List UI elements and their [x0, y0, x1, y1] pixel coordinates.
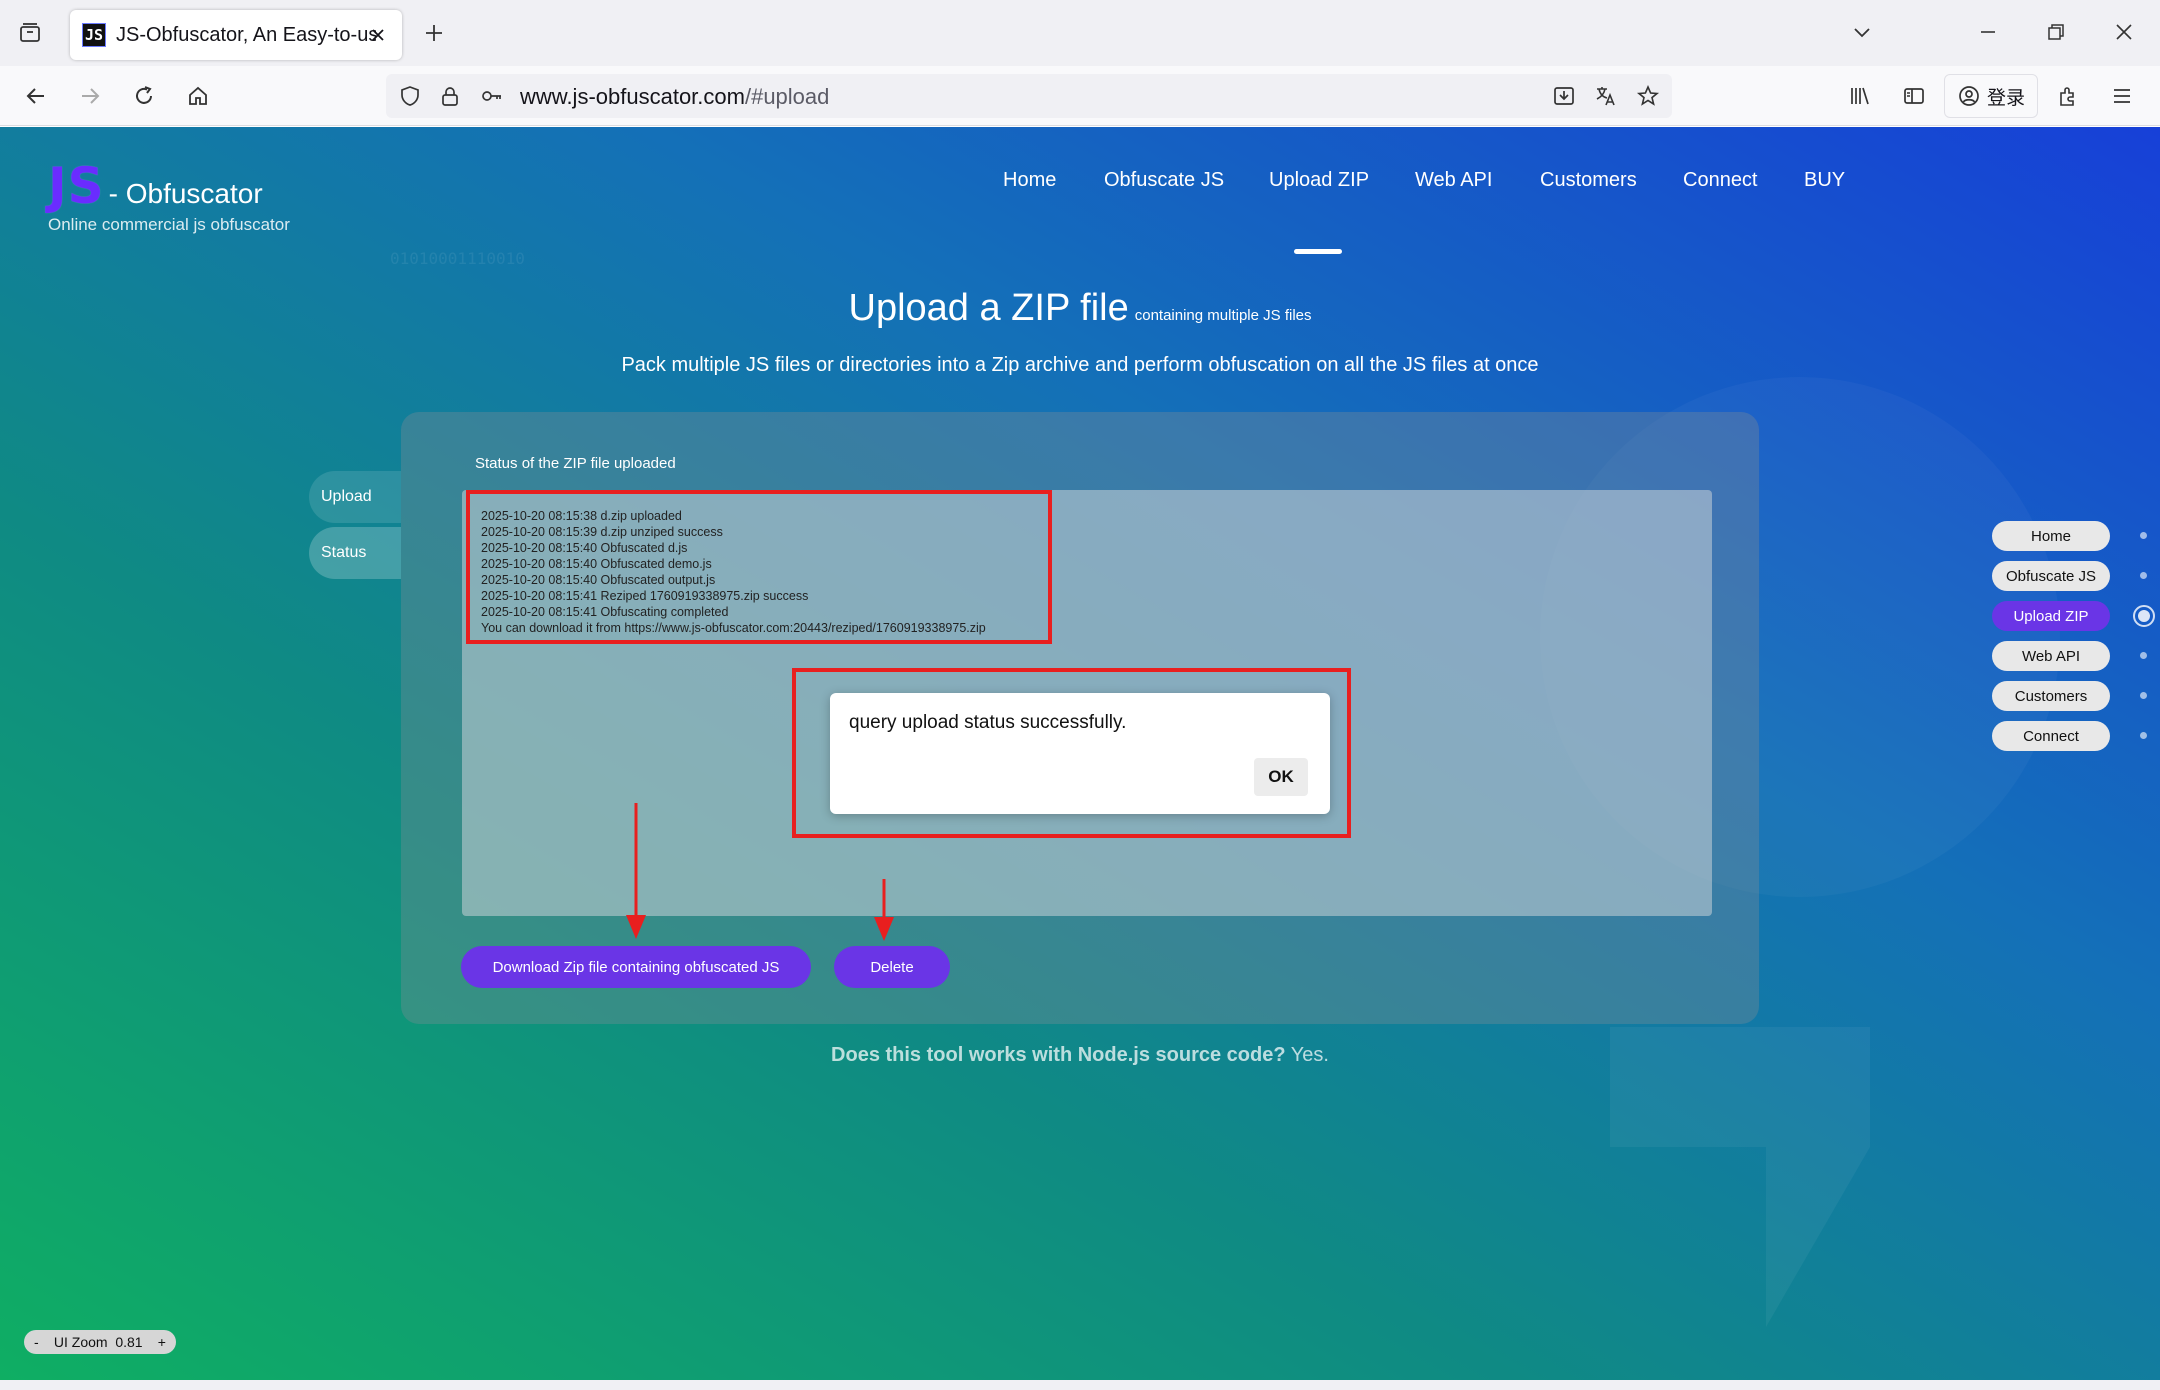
quick-nav-upload-zip[interactable]: Upload ZIP — [1992, 601, 2110, 631]
new-tab-icon[interactable] — [418, 17, 450, 49]
nav-connect[interactable]: Connect — [1683, 169, 1758, 192]
shield-icon[interactable] — [396, 82, 424, 110]
nav-upload-zip[interactable]: Upload ZIP — [1269, 169, 1369, 192]
install-icon[interactable] — [1550, 82, 1578, 110]
nav-buy[interactable]: BUY — [1804, 169, 1845, 192]
menu-icon[interactable] — [2104, 78, 2140, 114]
logo-subtitle: Online commercial js obfuscator — [48, 215, 290, 234]
web-page: 01010001110010 JS - Obfuscator Online com… — [0, 127, 2160, 1380]
close-window-icon[interactable] — [2104, 14, 2144, 50]
bookmark-star-icon[interactable] — [1634, 82, 1662, 110]
quick-nav-customers[interactable]: Customers — [1992, 681, 2110, 711]
alert-dialog: query upload status successfully. OK — [830, 693, 1330, 814]
delete-button[interactable]: Delete — [834, 946, 950, 988]
lock-icon[interactable] — [436, 82, 464, 110]
page-title: Upload a ZIP file containing multiple JS … — [0, 287, 2160, 330]
key-icon[interactable] — [478, 82, 506, 110]
tab-title: JS-Obfuscator, An Easy-to-use — [116, 23, 376, 46]
back-icon[interactable] — [18, 78, 54, 114]
zoom-out-button[interactable]: - — [34, 1334, 39, 1350]
download-zip-button[interactable]: Download Zip file containing obfuscated … — [461, 946, 811, 988]
home-icon[interactable] — [180, 78, 216, 114]
chevron-down-icon[interactable] — [1842, 14, 1882, 50]
page-title-small: containing multiple JS files — [1134, 307, 1312, 324]
zoom-in-button[interactable]: + — [158, 1334, 166, 1350]
reload-icon[interactable] — [126, 78, 162, 114]
restore-icon[interactable] — [2036, 14, 2076, 50]
nav-active-underline — [1294, 249, 1342, 254]
nav-customers[interactable]: Customers — [1540, 169, 1637, 192]
nav-web-api[interactable]: Web API — [1415, 169, 1492, 192]
favicon-icon: JS — [82, 23, 106, 47]
faq-line: Does this tool works with Node.js source… — [0, 1044, 2160, 1067]
url-domain: www.js-obfuscator.com — [520, 84, 745, 109]
nav-home[interactable]: Home — [1003, 169, 1056, 192]
quick-nav-dot[interactable] — [2140, 572, 2147, 579]
browser-tab[interactable]: JS JS-Obfuscator, An Easy-to-use — [70, 10, 402, 60]
quick-nav-dot[interactable] — [2140, 692, 2147, 699]
url-bar[interactable]: www.js-obfuscator.com/#upload — [386, 74, 1672, 118]
quick-nav-dot[interactable] — [2140, 532, 2147, 539]
extensions-icon[interactable] — [2050, 78, 2086, 114]
page-subtitle: Pack multiple JS files or directories in… — [621, 354, 1539, 376]
browser-tab-bar: JS JS-Obfuscator, An Easy-to-use — [0, 0, 2160, 66]
side-tab-upload[interactable]: Upload — [309, 471, 401, 523]
login-label: 登录 — [1986, 87, 2025, 109]
sidebar-icon[interactable] — [1896, 78, 1932, 114]
url-path: /#upload — [744, 84, 830, 109]
faq-answer: Yes. — [1290, 1044, 1329, 1066]
status-panel-label: Status of the ZIP file uploaded — [475, 455, 676, 472]
alert-ok-button[interactable]: OK — [1254, 758, 1308, 796]
side-tab-status[interactable]: Status — [309, 527, 401, 579]
library-icon[interactable] — [1842, 78, 1878, 114]
annotation-arrow-download — [626, 803, 646, 939]
status-strip — [0, 1380, 2160, 1390]
ui-zoom-control: - UI Zoom 0.81 + — [24, 1330, 176, 1354]
url-text[interactable]: www.js-obfuscator.com/#upload — [520, 84, 829, 110]
account-icon — [1959, 86, 1979, 106]
background-binary-text: 01010001110010 — [390, 249, 525, 268]
annotation-arrow-delete — [874, 879, 894, 941]
background-chat-shape — [1610, 1027, 1870, 1327]
quick-nav-connect[interactable]: Connect — [1992, 721, 2110, 751]
main-nav: Home Obfuscate JS Upload ZIP Web API Cus… — [0, 169, 2160, 254]
quick-nav-obfuscate-js[interactable]: Obfuscate JS — [1992, 561, 2110, 591]
alert-message: query upload status successfully. — [849, 712, 1127, 733]
faq-question: Does this tool works with Node.js source… — [831, 1044, 1286, 1066]
page-title-main: Upload a ZIP file — [848, 287, 1129, 329]
quick-nav-dot[interactable] — [2140, 652, 2147, 659]
quick-nav-web-api[interactable]: Web API — [1992, 641, 2110, 671]
zoom-label: UI Zoom 0.81 — [53, 1334, 143, 1350]
zoom-value: 0.81 — [115, 1334, 143, 1350]
nav-obfuscate-js[interactable]: Obfuscate JS — [1104, 169, 1224, 192]
quick-nav-home[interactable]: Home — [1992, 521, 2110, 551]
account-login-button[interactable]: 登录 — [1944, 74, 2038, 118]
side-tabs: Upload Status — [309, 471, 401, 583]
close-tab-icon[interactable] — [366, 23, 390, 47]
translate-icon[interactable] — [1592, 82, 1620, 110]
minimize-icon[interactable] — [1968, 14, 2008, 50]
quick-nav-dot[interactable] — [2140, 732, 2147, 739]
annotation-log-highlight — [466, 490, 1052, 644]
browser-nav-bar: www.js-obfuscator.com/#upload 登录 — [0, 66, 2160, 126]
tab-list-icon[interactable] — [14, 17, 46, 49]
forward-icon[interactable] — [72, 78, 108, 114]
quick-nav-dot-active[interactable] — [2133, 605, 2155, 627]
